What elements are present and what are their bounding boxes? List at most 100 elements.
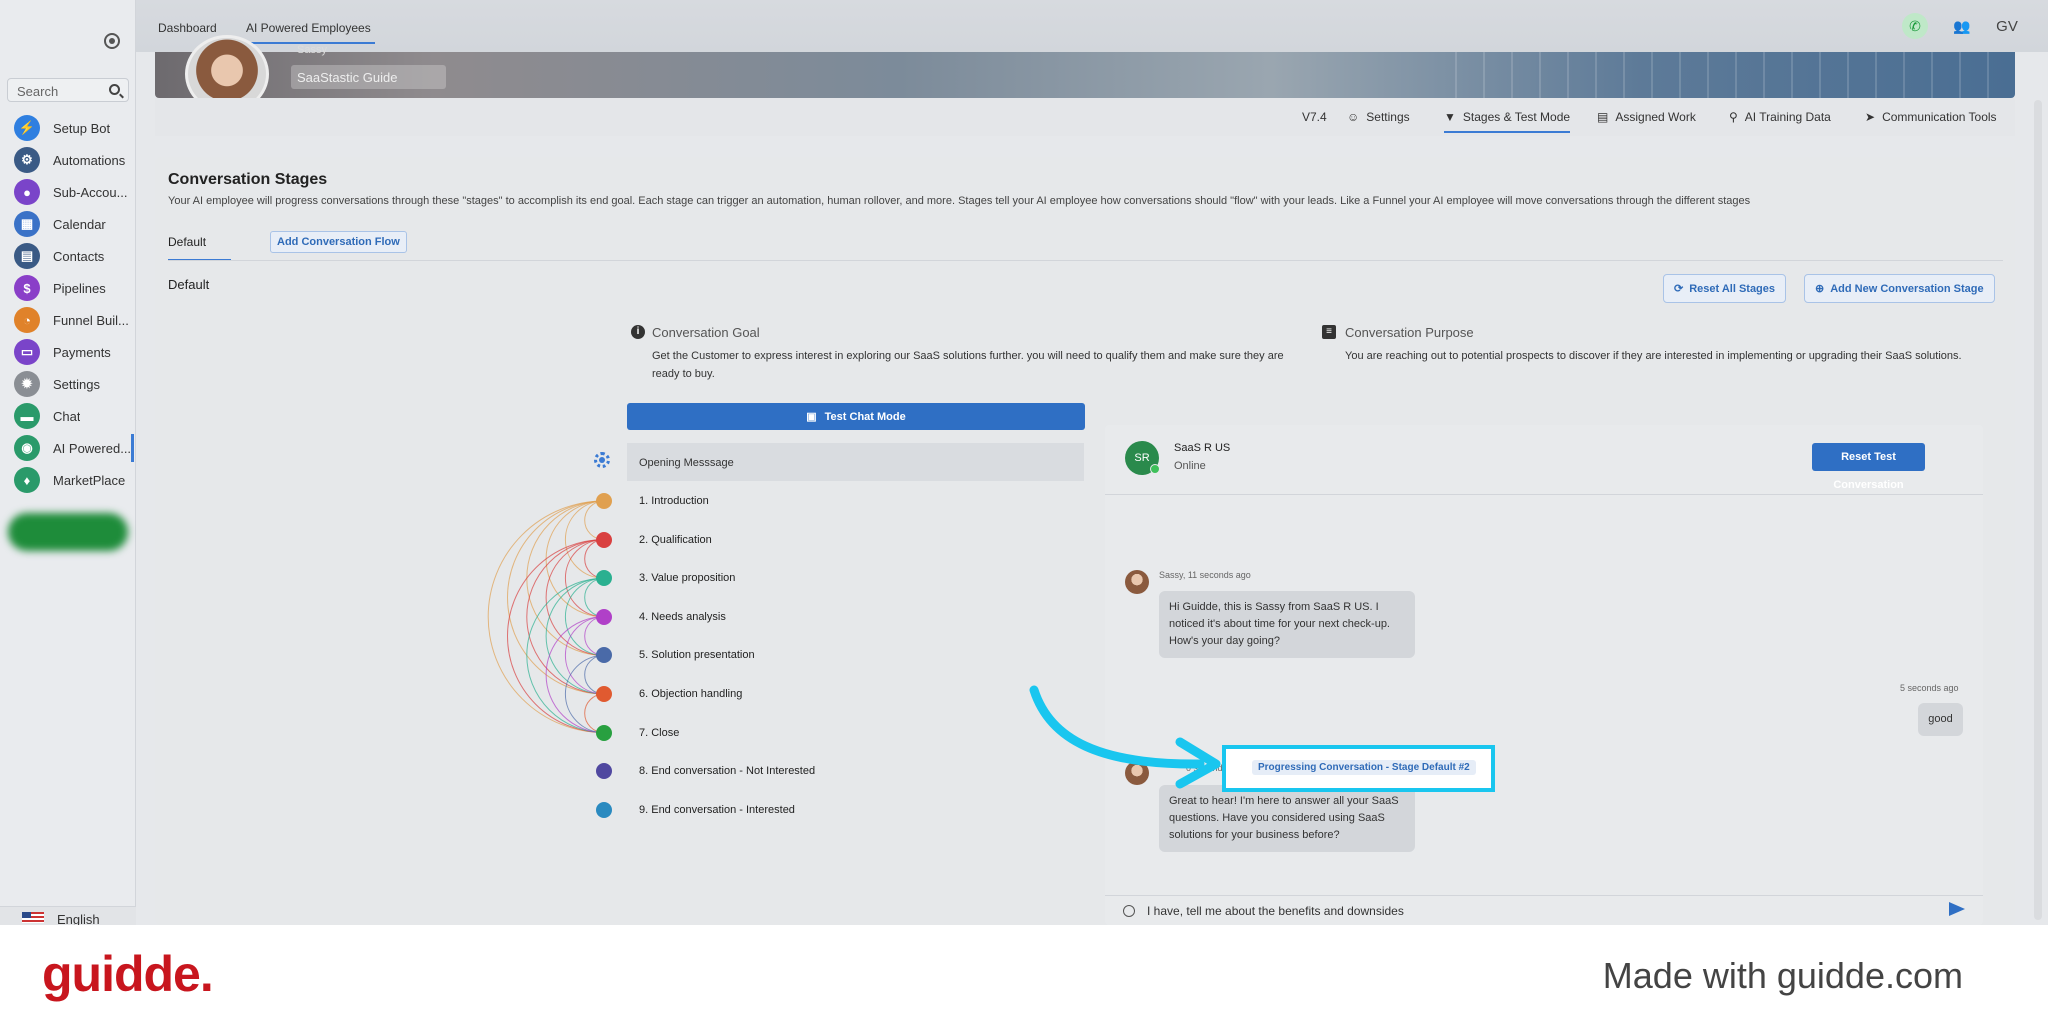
sidebar-item[interactable]: ● Sub-Accou... xyxy=(14,178,134,206)
reply-meta: 5 seconds ago xyxy=(1900,683,1959,693)
stage-item[interactable]: 6. Objection handling xyxy=(639,688,742,700)
user-icon: ● xyxy=(14,179,40,205)
avatar[interactable]: GV xyxy=(1994,13,2020,39)
reset-all-stages-button[interactable]: ⟳ Reset All Stages xyxy=(1663,274,1787,303)
bot-avatar xyxy=(1125,570,1149,594)
stage-item[interactable]: 7. Close xyxy=(639,727,679,739)
plus-circle-icon: ⊕ xyxy=(1815,283,1825,295)
employee-subnav: V7.4 ☺ Settings ▼ Stages & Test Mode ▤ Assi… xyxy=(155,98,2015,136)
subnav-label: Settings xyxy=(1366,110,1410,124)
reset-test-conversation-button[interactable]: Reset Test Conversation xyxy=(1812,443,1925,491)
made-with-label: Made with guidde.com xyxy=(1602,955,1963,996)
calendar-icon: ▦ xyxy=(14,211,40,237)
sidebar-item[interactable]: ▭ Payments xyxy=(14,338,134,366)
funnel-icon: ◔ xyxy=(14,307,40,333)
sidebar-item[interactable]: ⚡ Setup Bot xyxy=(14,114,134,142)
tab-ai-powered-employees[interactable]: AI Powered Employees xyxy=(242,21,375,44)
funnel-icon: ▼ xyxy=(1444,110,1456,124)
tab-default[interactable]: Default xyxy=(168,235,232,261)
stage-item[interactable]: 2. Qualification xyxy=(639,534,712,546)
add-new-stage-button[interactable]: ⊕ Add New Conversation Stage xyxy=(1804,274,1995,303)
search-icon[interactable] xyxy=(109,84,120,95)
send-icon[interactable] xyxy=(1949,902,1965,916)
footer: guidde. Made with guidde.com xyxy=(0,925,2048,1016)
sidebar-item-label: Automations xyxy=(53,152,126,168)
settings-icon: ☺ xyxy=(1347,110,1360,124)
stage-item[interactable]: 4. Needs analysis xyxy=(639,611,726,623)
blurred-cta-button[interactable] xyxy=(8,513,128,551)
bot-message: Hi Guidde, this is Sassy from SaaS R US.… xyxy=(1159,591,1415,658)
employee-name: Sassy xyxy=(297,44,327,56)
stage-progress-tag: Progressing Conversation - Stage Default… xyxy=(1252,760,1476,775)
stage-dot xyxy=(596,608,612,625)
subnav-settings[interactable]: ☺ Settings xyxy=(1347,110,1410,124)
sidebar-item[interactable]: ▬ Chat xyxy=(14,402,134,430)
sidebar-item-label: Calendar xyxy=(53,216,106,232)
sidebar-item[interactable]: ✹ Settings xyxy=(14,370,134,398)
stage-item[interactable]: 1. Introduction xyxy=(639,495,709,507)
bot-message: Great to hear! I'm here to answer all yo… xyxy=(1159,785,1415,852)
users-icon[interactable]: 👥 xyxy=(1949,13,1975,39)
subnav-ai-training-data[interactable]: ⚲ AI Training Data xyxy=(1729,110,1831,124)
sidebar-item[interactable]: $ Pipelines xyxy=(14,274,134,302)
opening-message-item[interactable]: Opening Messsage xyxy=(627,443,1084,481)
stage-dot xyxy=(596,493,612,509)
marketplace-icon: ♦ xyxy=(14,467,40,493)
settings-dot-icon[interactable] xyxy=(104,33,120,49)
stage-item[interactable]: 8. End conversation - Not Interested xyxy=(639,765,815,777)
stage-item[interactable]: 9. End conversation - Interested xyxy=(639,804,795,816)
chat-icon: ▣ xyxy=(806,411,817,423)
card-icon: ▭ xyxy=(14,339,40,365)
sidebar-item-label: AI Powered... xyxy=(53,440,131,456)
sidebar-item[interactable]: ▤ Contacts xyxy=(14,242,134,270)
sidebar-item[interactable]: ◔ Funnel Buil... xyxy=(14,306,134,334)
goal-text: Get the Customer to express interest in … xyxy=(652,350,1284,380)
sidebar-item-label: MarketPlace xyxy=(53,472,126,488)
briefcase-icon: ▤ xyxy=(1597,110,1609,124)
chat-header: SR SaaS R US Online Reset Test Conversat… xyxy=(1105,425,1983,495)
goal-heading: Conversation Goal xyxy=(652,325,760,340)
scrollbar[interactable] xyxy=(2034,100,2042,920)
language-selector[interactable]: English xyxy=(0,906,136,927)
stage-dot xyxy=(596,724,612,741)
sidebar-item[interactable]: ◉ AI Powered... xyxy=(14,434,134,462)
chat-input[interactable]: I have, tell me about the benefits and d… xyxy=(1105,895,1983,925)
stage-dot xyxy=(596,801,612,818)
stage-arc xyxy=(507,500,605,695)
search-input[interactable]: Search xyxy=(7,78,129,102)
version-label: V7.4 xyxy=(1302,110,1327,124)
subnav-stages-test-mode[interactable]: ▼ Stages & Test Mode xyxy=(1444,110,1571,133)
contact-status: Online xyxy=(1174,460,1206,472)
page-description: Your AI employee will progress conversat… xyxy=(168,195,1751,207)
contact-avatar: SR xyxy=(1125,441,1160,475)
gear-icon[interactable] xyxy=(594,452,610,468)
stage-dot xyxy=(596,531,612,548)
info-icon: i xyxy=(631,325,645,339)
phone-icon[interactable]: ✆ xyxy=(1902,13,1928,39)
stage-item[interactable]: 3. Value proposition xyxy=(639,572,735,584)
sidebar-item[interactable]: ▦ Calendar xyxy=(14,210,134,238)
subnav-assigned-work[interactable]: ▤ Assigned Work xyxy=(1597,110,1696,124)
sidebar-item-label: Funnel Buil... xyxy=(53,312,129,328)
emoji-icon[interactable] xyxy=(1123,905,1135,917)
stage-list: Opening Messsage 1. Introduction 2. Quali… xyxy=(627,443,1084,823)
button-label: Test Chat Mode xyxy=(824,410,906,423)
test-chat-mode-button[interactable]: ▣ Test Chat Mode xyxy=(627,403,1085,430)
add-conversation-flow-button[interactable]: Add Conversation Flow xyxy=(270,231,407,253)
guidde-logo: guidde. xyxy=(42,946,214,1002)
user-message: good xyxy=(1918,703,1963,736)
chat-input-value[interactable]: I have, tell me about the benefits and d… xyxy=(1147,904,1404,918)
sidebar-item[interactable]: ♦ MarketPlace xyxy=(14,466,134,494)
contacts-icon: ▤ xyxy=(14,243,40,269)
sidebar-item-label: Pipelines xyxy=(53,280,106,296)
sidebar-item[interactable]: ⚙ Automations xyxy=(14,146,134,174)
guide-arrow-icon xyxy=(1029,685,1221,789)
sidebar-item-label: Chat xyxy=(53,408,81,424)
button-label: Add New Conversation Stage xyxy=(1830,282,1984,295)
tab-dashboard[interactable]: Dashboard xyxy=(158,21,217,35)
search-placeholder: Search xyxy=(17,84,59,99)
stage-arc xyxy=(487,500,605,734)
stage-arc xyxy=(507,539,605,734)
stage-item[interactable]: 5. Solution presentation xyxy=(639,649,755,661)
subnav-communication-tools[interactable]: ➤ Communication Tools xyxy=(1865,110,1997,124)
